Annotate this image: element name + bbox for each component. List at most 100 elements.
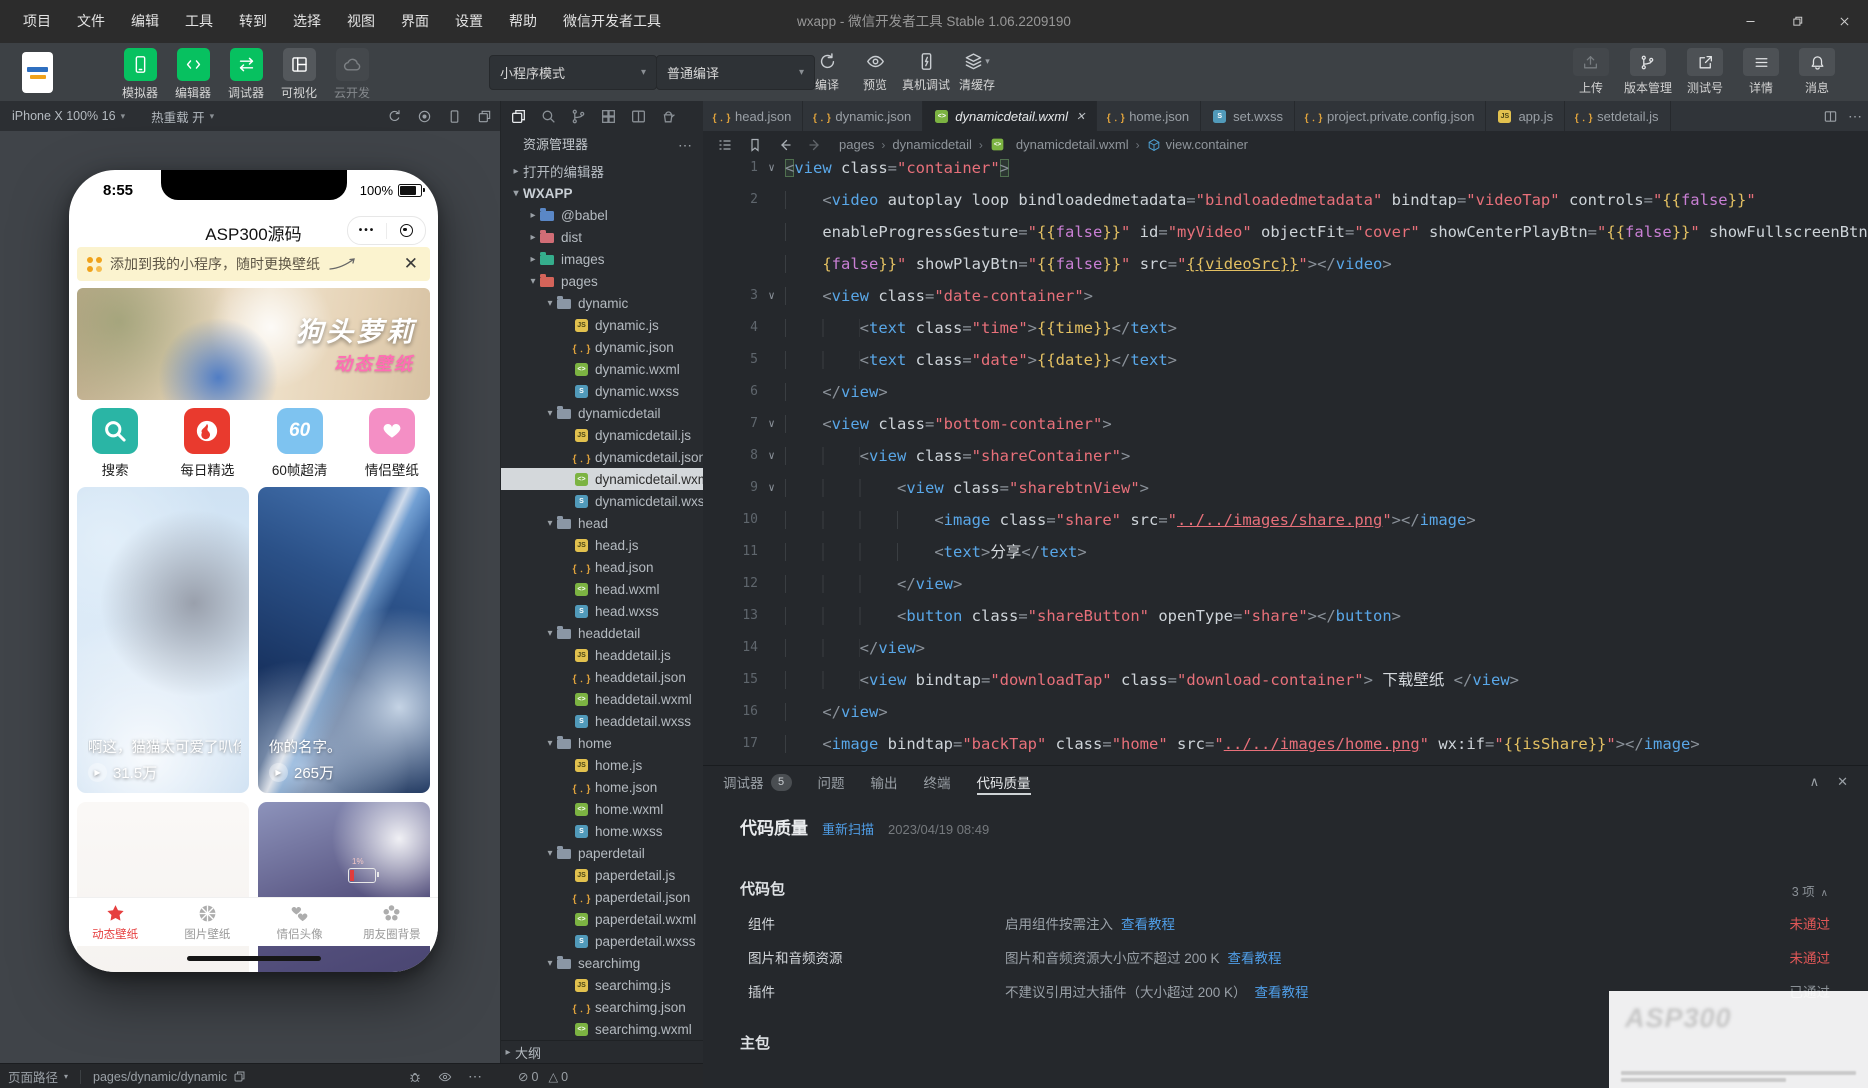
tree-item-head[interactable]: ▾head xyxy=(501,512,704,534)
toolbar-simulator-button[interactable]: 模拟器 xyxy=(118,48,162,101)
multi-window-icon[interactable] xyxy=(477,109,492,124)
tree-item-searchimg.wxml[interactable]: <>searchimg.wxml xyxy=(501,1018,704,1040)
menu-item-工具[interactable]: 工具 xyxy=(172,0,226,43)
more-menu-button[interactable]: ••• xyxy=(348,225,386,236)
tree-item-dynamic.js[interactable]: JSdynamic.js xyxy=(501,314,704,336)
menu-item-文件[interactable]: 文件 xyxy=(64,0,118,43)
editor-tab-head.json[interactable]: {﹒}head.json xyxy=(703,101,803,131)
wallpaper-card[interactable] xyxy=(77,802,249,972)
search-icon[interactable] xyxy=(540,108,557,125)
restart-icon[interactable] xyxy=(387,109,402,124)
add-to-miniprogram-banner[interactable]: 添加到我的小程序，随时更换壁纸 ✕ xyxy=(77,247,430,281)
page-path-label[interactable]: 页面路径 xyxy=(8,1067,58,1086)
tree-item-head.wxml[interactable]: <>head.wxml xyxy=(501,578,704,600)
menu-item-设置[interactable]: 设置 xyxy=(442,0,496,43)
portrait-icon[interactable] xyxy=(447,109,462,124)
menu-item-界面[interactable]: 界面 xyxy=(388,0,442,43)
panel-tab-输出[interactable]: 输出 xyxy=(871,766,898,798)
breadcrumb-item-dynamicdetail[interactable]: dynamicdetail xyxy=(892,137,972,152)
builder-icon[interactable] xyxy=(660,108,677,125)
phone-simulator[interactable]: 8:55 100% ASP300源码 ••• 添加到我的小程序，随时更换壁纸 ✕… xyxy=(69,170,438,972)
outline-icon[interactable] xyxy=(717,137,733,153)
breadcrumb-item-view.container[interactable]: view.container xyxy=(1147,137,1248,152)
editor-tab-dynamicdetail.wxml[interactable]: <>dynamicdetail.wxml✕ xyxy=(923,101,1097,131)
fold-icon[interactable]: ∨ xyxy=(758,408,785,440)
tree-item-WXAPP[interactable]: ▾WXAPP xyxy=(501,182,704,204)
phone-tab-朋友圈背景[interactable]: 朋友圈背景 xyxy=(346,898,438,946)
tree-item-images[interactable]: ▸images xyxy=(501,248,704,270)
tree-item-dynamicdetail[interactable]: ▾dynamicdetail xyxy=(501,402,704,424)
editor-tab-home.json[interactable]: {﹒}home.json xyxy=(1097,101,1201,131)
rescan-link[interactable]: 重新扫描 xyxy=(822,819,874,838)
tree-item-home.json[interactable]: {﹒}home.json xyxy=(501,776,704,798)
close-button[interactable] xyxy=(1821,0,1868,43)
toolbar-upload-button[interactable]: 上传 xyxy=(1568,48,1614,96)
menu-item-视图[interactable]: 视图 xyxy=(334,0,388,43)
source-control-icon[interactable] xyxy=(570,108,587,125)
explorer-files-icon[interactable] xyxy=(510,108,527,125)
fold-icon[interactable]: ∨ xyxy=(758,152,785,184)
tree-item-searchimg.json[interactable]: {﹒}searchimg.json xyxy=(501,996,704,1018)
mode-select[interactable]: 小程序模式▾ xyxy=(489,55,657,90)
debug-icon[interactable] xyxy=(408,1070,422,1084)
tutorial-link[interactable]: 查看教程 xyxy=(1228,951,1282,966)
section-count[interactable]: 3 项∧ xyxy=(1792,881,1828,900)
panel-tab-终端[interactable]: 终端 xyxy=(924,766,951,798)
maximize-button[interactable] xyxy=(1774,0,1821,43)
nav-back-icon[interactable] xyxy=(777,137,793,153)
tree-item-headdetail.wxss[interactable]: Sheaddetail.wxss xyxy=(501,710,704,732)
tree-item-paperdetail.wxml[interactable]: <>paperdetail.wxml xyxy=(501,908,704,930)
fold-icon[interactable]: ∨ xyxy=(758,472,785,504)
menu-item-项目[interactable]: 项目 xyxy=(10,0,64,43)
tree-item-pages[interactable]: ▾pages xyxy=(501,270,704,292)
menu-item-帮助[interactable]: 帮助 xyxy=(496,0,550,43)
code-editor[interactable]: 1∨<view class="container">2 <video autop… xyxy=(703,152,1868,760)
tree-item-dynamicdetail.wxss[interactable]: Sdynamicdetail.wxss xyxy=(501,490,704,512)
toolbar-compile-button[interactable]: 编译 xyxy=(806,48,848,93)
tree-item-dynamic.json[interactable]: {﹒}dynamic.json xyxy=(501,336,704,358)
tree-item-paperdetail.wxss[interactable]: Spaperdetail.wxss xyxy=(501,930,704,952)
panel-tab-问题[interactable]: 问题 xyxy=(818,766,845,798)
quick-entry-情侣壁纸[interactable]: 情侣壁纸 xyxy=(346,408,438,480)
toolbar-messages-button[interactable]: 消息 xyxy=(1794,48,1840,96)
tree-item-head.wxss[interactable]: Shead.wxss xyxy=(501,600,704,622)
breadcrumb-item-dynamicdetail.wxml[interactable]: <>dynamicdetail.wxml xyxy=(990,137,1129,152)
minimize-button[interactable] xyxy=(1727,0,1774,43)
wallpaper-card[interactable]: 1% xyxy=(258,802,430,972)
tree-item-headdetail[interactable]: ▾headdetail xyxy=(501,622,704,644)
notice-close-button[interactable]: ✕ xyxy=(402,254,420,274)
toolbar-editor-button[interactable]: 编辑器 xyxy=(171,48,215,101)
editor-tab-dynamic.json[interactable]: {﹒}dynamic.json xyxy=(803,101,923,131)
tree-item-home[interactable]: ▾home xyxy=(501,732,704,754)
page-path-value[interactable]: pages/dynamic/dynamic xyxy=(93,1070,227,1084)
toolbar-device-debug-button[interactable]: 真机调试 xyxy=(902,48,950,93)
tree-item-dynamic.wxss[interactable]: Sdynamic.wxss xyxy=(501,380,704,402)
tree-item-home.js[interactable]: JShome.js xyxy=(501,754,704,776)
tree-item-dynamicdetail.wxml[interactable]: <>dynamicdetail.wxml xyxy=(501,468,704,490)
tree-item-@babel[interactable]: ▸@babel xyxy=(501,204,704,226)
close-miniprogram-button[interactable] xyxy=(387,224,425,237)
problems-counts[interactable]: ⊘0 △0 xyxy=(518,1064,568,1088)
split-editor-icon[interactable] xyxy=(630,108,647,125)
editor-tab-project.private.config.json[interactable]: {﹒}project.private.config.json xyxy=(1295,101,1486,131)
tree-item-dist[interactable]: ▸dist xyxy=(501,226,704,248)
tree-item-home.wxss[interactable]: Shome.wxss xyxy=(501,820,704,842)
editor-tab-app.js[interactable]: JSapp.js xyxy=(1486,101,1565,131)
toolbar-details-button[interactable]: 详情 xyxy=(1738,48,1784,96)
tree-item-head.json[interactable]: {﹒}head.json xyxy=(501,556,704,578)
toolbar-test-account-button[interactable]: 测试号 xyxy=(1682,48,1728,96)
hot-reload-toggle[interactable]: 热重载 开▾ xyxy=(151,107,214,126)
eye-icon[interactable] xyxy=(438,1070,452,1084)
outline-section[interactable]: ▸ 大纲 xyxy=(501,1040,704,1063)
panel-tab-代码质量[interactable]: 代码质量 xyxy=(977,766,1031,798)
phone-tab-图片壁纸[interactable]: 图片壁纸 xyxy=(161,898,253,946)
toolbar-cloud-button[interactable]: 云开发 xyxy=(330,48,374,101)
menu-item-微信开发者工具[interactable]: 微信开发者工具 xyxy=(550,0,674,43)
quick-entry-60帧超清[interactable]: 6060帧超清 xyxy=(254,408,346,480)
tree-item-headdetail.json[interactable]: {﹒}headdetail.json xyxy=(501,666,704,688)
tree-item-dynamic.wxml[interactable]: <>dynamic.wxml xyxy=(501,358,704,380)
copy-icon[interactable] xyxy=(233,1070,246,1083)
more-icon[interactable]: ⋯ xyxy=(468,1068,482,1085)
tree-item-打开的编辑器[interactable]: ▸打开的编辑器 xyxy=(501,160,704,182)
collapse-icon[interactable]: ∧ xyxy=(1810,774,1820,790)
